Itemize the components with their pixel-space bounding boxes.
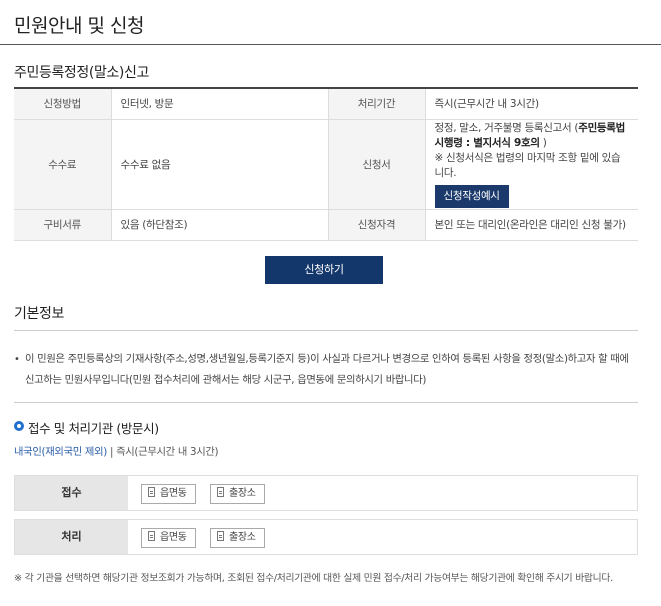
period-label: 처리기간 [328, 87, 426, 120]
domestic-link[interactable]: 내국인(재외국민 제외) [14, 446, 107, 458]
receive-branch-office-button[interactable]: 출장소 [210, 484, 265, 504]
basic-info-text: 이 민원은 주민등록상의 기재사항(주소,성명,생년월일,등록기준지 등)이 사… [25, 353, 629, 386]
document-icon [217, 487, 224, 497]
docs-label: 구비서류 [14, 209, 112, 241]
form-note: ※ 신청서식은 법령의 마지막 조항 밑에 있습니다. [434, 151, 621, 179]
form-description: 정정, 말소, 거주불명 등록신고서 (주민등록법 시행령 : 별지서식 9호의… [434, 121, 626, 149]
qualification-label: 신청자격 [328, 209, 426, 241]
section-title: 주민등록정정(말소)신고 [14, 65, 149, 81]
agency-title: 접수 및 처리기관 (방문시) [28, 421, 159, 436]
circle-bullet-icon [14, 421, 24, 431]
info-table: 신청방법 인터넷, 방문 처리기간 즉시(근무시간 내 3시간) 수수료 수수료… [14, 87, 638, 241]
document-icon [217, 531, 224, 541]
fee-label: 수수료 [14, 119, 112, 210]
qualification-value: 본인 또는 대리인(온라인은 대리인 신청 불가) [425, 209, 638, 241]
document-icon [148, 487, 155, 497]
period-value: 즉시(근무시간 내 3시간) [425, 87, 638, 120]
docs-value: 있음 (하단참조) [111, 209, 329, 241]
form-cell: 정정, 말소, 거주불명 등록신고서 (주민등록법 시행령 : 별지서식 9호의… [425, 119, 638, 210]
form-example-button[interactable]: 신청작성예시 [434, 184, 509, 208]
bullet: • [14, 354, 20, 365]
document-icon [148, 531, 155, 541]
process-eupmyeondong-button[interactable]: 읍면동 [141, 528, 196, 548]
fee-value: 수수료 없음 [111, 119, 329, 210]
apply-button[interactable]: 신청하기 [265, 256, 383, 284]
form-label: 신청서 [328, 119, 426, 210]
receive-label: 접수 [15, 476, 128, 510]
title-divider [0, 44, 661, 45]
method-value: 인터넷, 방문 [111, 87, 329, 120]
process-branch-office-button[interactable]: 출장소 [210, 528, 265, 548]
basic-info-bottom-divider [14, 402, 638, 403]
process-label: 처리 [15, 520, 128, 554]
method-label: 신청방법 [14, 87, 112, 120]
agency-subtitle: 내국인(재외국민 제외) | 즉시(근무시간 내 3시간) [14, 446, 219, 458]
footnote: ※ 각 기관을 선택하면 해당기관 정보조회가 가능하며, 조회된 접수/처리기… [14, 573, 613, 584]
process-row: 처리 읍면동 출장소 [14, 519, 638, 555]
receive-row: 접수 읍면동 출장소 [14, 475, 638, 511]
basic-info-divider [14, 330, 638, 331]
basic-info-title: 기본정보 [14, 306, 64, 322]
receive-eupmyeondong-button[interactable]: 읍면동 [141, 484, 196, 504]
page-title: 민원안내 및 신청 [14, 15, 144, 37]
